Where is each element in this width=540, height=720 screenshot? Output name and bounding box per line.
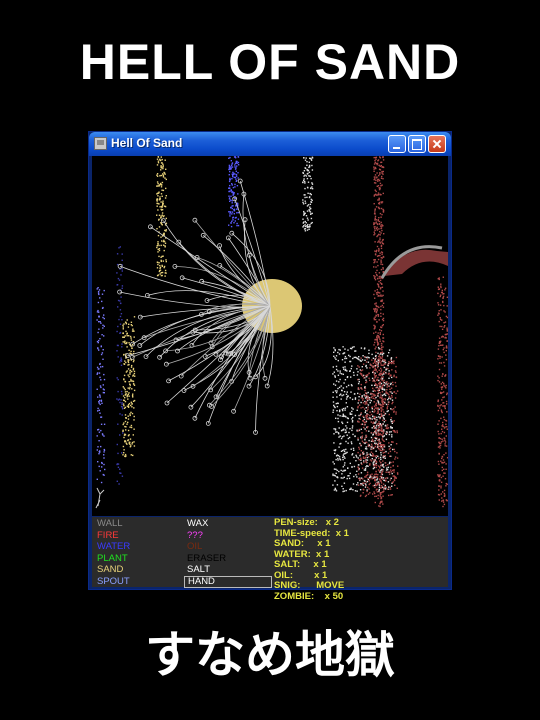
stick-figure	[95, 487, 105, 509]
status-row: SAND: x 1	[274, 538, 331, 549]
minimize-button[interactable]	[388, 135, 406, 153]
element-spout-button[interactable]: SPOUT	[94, 576, 182, 588]
element-salt-button[interactable]: SALT	[184, 564, 272, 576]
control-panel: WALL FIRE WATER PLANT SAND SPOUT WAX??? OIL ERA…	[92, 517, 448, 601]
element-sand-button[interactable]: SAND	[94, 564, 182, 576]
poster-title: HELL OF SAND	[79, 34, 461, 90]
element-fire-button[interactable]: FIRE	[94, 530, 182, 542]
element-water-button[interactable]: WATER	[94, 541, 182, 553]
status-row: SNIG: MOVE	[274, 580, 345, 591]
maximize-button[interactable]	[408, 135, 426, 153]
element-eraser-button[interactable]: ERASER	[184, 553, 272, 565]
title-bar[interactable]: Hell Of Sand	[89, 132, 451, 156]
sand-scene	[95, 156, 448, 509]
element-wall-button[interactable]: WALL	[94, 518, 182, 530]
element-hand-button[interactable]: HAND	[184, 576, 272, 588]
status-row: ZOMBIE: x 50	[274, 590, 344, 602]
plant-tendrils	[117, 178, 274, 435]
element-unknown-button[interactable]: ???	[184, 530, 272, 542]
status-readout: PEN-size: x 2 TIME-speed: x 1 SAND: x 1 WAT…	[274, 517, 446, 602]
element-oil-button[interactable]: OIL	[184, 541, 272, 553]
element-plant-button[interactable]: PLANT	[94, 553, 182, 565]
app-icon[interactable]	[94, 137, 107, 150]
element-wax-button[interactable]: WAX	[184, 518, 272, 530]
app-window: Hell Of Sand WALL FIRE WATER PLANT SAND SPOUT…	[88, 131, 452, 601]
window-title: Hell Of Sand	[111, 136, 183, 150]
poster-subtitle: すなめ地獄	[145, 626, 395, 684]
sand-canvas[interactable]	[92, 156, 448, 516]
close-button[interactable]	[428, 135, 446, 153]
status-row: PEN-size: x 2	[274, 517, 339, 528]
status-row: SALT: x 1	[274, 559, 327, 570]
